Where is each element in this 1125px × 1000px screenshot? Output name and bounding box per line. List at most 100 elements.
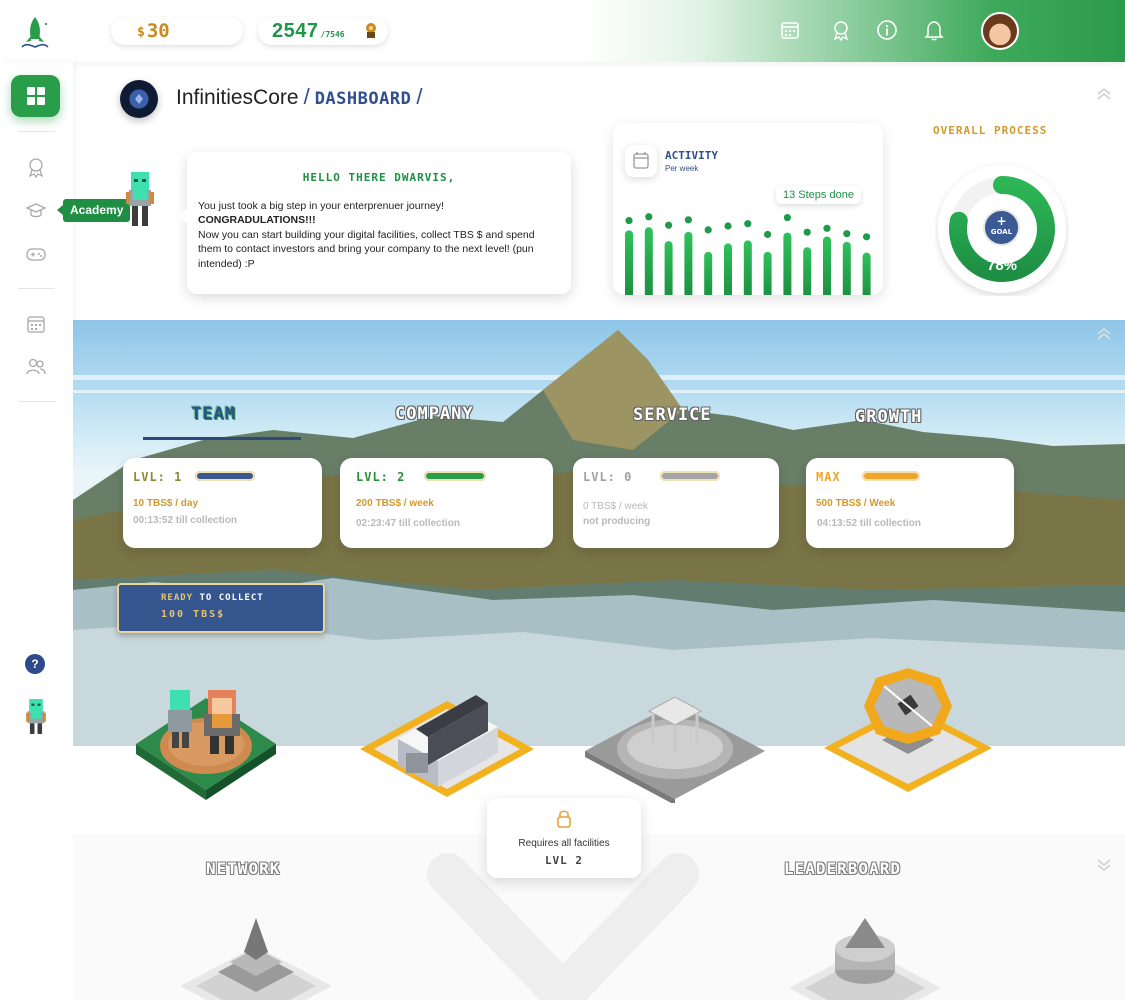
- info-icon[interactable]: [876, 19, 898, 41]
- user-avatar[interactable]: [981, 12, 1019, 50]
- growth-facility-card[interactable]: MAX 500 TBS$ / Week 04:13:52 till collec…: [806, 458, 1014, 548]
- team-users-icon[interactable]: [25, 356, 47, 378]
- calendar-icon[interactable]: [779, 19, 801, 41]
- activity-bar: [823, 236, 831, 295]
- service-facility-card[interactable]: LVL: 0 0 TBS$ / week not producing: [573, 458, 779, 548]
- greeting-title: HELLO THERE DWARVIS,: [302, 171, 456, 184]
- facility-rate: 500 TBS$ / Week: [816, 498, 895, 509]
- top-bar: $ 30 2547 /7546: [0, 0, 1125, 62]
- activity-bar: [724, 243, 732, 295]
- money-balance[interactable]: $ 30: [111, 17, 243, 45]
- activity-dot: [803, 228, 811, 236]
- goal-button[interactable]: + GOAL: [983, 209, 1020, 246]
- team-building[interactable]: [134, 686, 278, 802]
- company-facility-card[interactable]: LVL: 2 200 TBS$ / week 02:23:47 till col…: [340, 458, 553, 548]
- tab-leaderboard[interactable]: LEADERBOARD: [784, 859, 901, 878]
- rate-unit: / day: [172, 498, 199, 509]
- facility-level-bar: [195, 471, 255, 481]
- trophy-icon: [366, 23, 376, 38]
- activity-bar: [783, 232, 792, 295]
- company-logo[interactable]: [120, 80, 158, 118]
- points-balance[interactable]: 2547 /7546: [258, 17, 388, 45]
- team-facility-card[interactable]: LVL: 1 10 TBS$ / day 00:13:52 till colle…: [123, 458, 322, 548]
- money-amount: 30: [146, 20, 170, 42]
- activity-bar: [803, 247, 812, 295]
- activity-dot: [744, 220, 752, 228]
- goal-plus: +: [996, 214, 1007, 228]
- gamepad-icon[interactable]: [25, 243, 47, 265]
- activity-bar: [862, 252, 871, 295]
- facility-rate: 0 TBS$ / week: [583, 501, 648, 512]
- sidebar-item-dashboard[interactable]: [11, 75, 60, 117]
- service-building[interactable]: [583, 697, 767, 803]
- facility-level: LVL: 2: [356, 470, 406, 484]
- compass-icon: [135, 94, 143, 104]
- dwarf-avatar-icon[interactable]: [22, 696, 50, 740]
- overall-process-title: OVERALL PROCESS: [933, 124, 1048, 137]
- rate-amount: 200 TBS$: [356, 498, 402, 509]
- facility-level: MAX: [816, 470, 841, 484]
- tab-team[interactable]: TEAM: [191, 404, 236, 424]
- dwarf-character-icon: [126, 172, 154, 226]
- rate-amount: 500 TBS$: [816, 498, 862, 509]
- facility-rate: 200 TBS$ / week: [356, 498, 434, 509]
- company-building[interactable]: [358, 695, 536, 801]
- growth-building[interactable]: [822, 664, 994, 798]
- activity-bar: [704, 251, 713, 295]
- points-value: 2547: [272, 19, 319, 42]
- activity-dot: [665, 221, 673, 229]
- sidebar-calendar-icon[interactable]: [25, 313, 47, 335]
- collect-to: TO COLLECT: [193, 593, 264, 603]
- facility-level-bar: [660, 471, 720, 481]
- currency-symbol: $: [137, 25, 145, 40]
- academy-tooltip: Academy: [56, 199, 131, 222]
- greeting-line: You just took a big step in your enterpr…: [198, 200, 444, 212]
- points-max: /7546: [320, 29, 345, 39]
- collect-amount: 100 TBS$: [161, 609, 226, 620]
- leaderboard-building[interactable]: [787, 918, 943, 1000]
- activity-dot: [783, 213, 791, 222]
- activity-dot: [684, 216, 692, 224]
- rocket-badge-icon[interactable]: [830, 19, 852, 41]
- facility-timer: 00:13:52 till collection: [133, 515, 237, 526]
- tab-network[interactable]: NETWORK: [206, 859, 280, 878]
- lock-icon: [557, 810, 571, 828]
- bell-icon[interactable]: [923, 19, 945, 41]
- rate-amount: 10 TBS$: [133, 498, 173, 509]
- help-button[interactable]: ?: [25, 654, 45, 674]
- academy-cap-icon[interactable]: [25, 199, 47, 221]
- facility-level-bar: [424, 471, 486, 481]
- activity-bar: [842, 241, 851, 295]
- collapse-up-icon[interactable]: [1096, 87, 1112, 101]
- tab-growth[interactable]: GROWTH: [855, 407, 922, 427]
- network-building[interactable]: [178, 916, 334, 1000]
- sidebar-divider: [18, 288, 55, 289]
- activity-bar: [625, 230, 633, 295]
- greeting-congrats: CONGRADULATIONS!!!: [198, 214, 316, 227]
- expand-down-icon[interactable]: [1096, 858, 1112, 872]
- overall-progress-ring: + GOAL 78%: [935, 162, 1069, 296]
- sidebar-rocket-icon[interactable]: [25, 156, 47, 178]
- facility-timer: not producing: [583, 516, 651, 527]
- collapse-up-icon[interactable]: [1096, 327, 1112, 341]
- tab-company[interactable]: COMPANY: [395, 404, 474, 424]
- activity-dot: [863, 233, 871, 241]
- sidebar-divider: [18, 131, 55, 132]
- breadcrumb-page[interactable]: DASHBOARD: [315, 89, 412, 109]
- activity-chart: [625, 213, 871, 295]
- greeting-message: You just took a big step in your enterpr…: [198, 199, 560, 271]
- activity-dot: [704, 226, 712, 234]
- activity-bar: [684, 231, 693, 295]
- steps-done-label: 13 Steps done: [776, 186, 861, 204]
- breadcrumb: InfinitiesCore / DASHBOARD /: [176, 84, 427, 110]
- collect-button[interactable]: READY TO COLLECT 100 TBS$: [117, 583, 325, 633]
- activity-dot: [843, 230, 851, 238]
- breadcrumb-separator: /: [303, 84, 310, 109]
- activity-dot: [625, 217, 633, 225]
- breadcrumb-company[interactable]: InfinitiesCore: [176, 86, 299, 110]
- greeting-line: Now you can start building your digital …: [198, 228, 535, 270]
- tab-service[interactable]: SERVICE: [633, 405, 712, 425]
- collect-label: READY TO COLLECT: [161, 593, 264, 603]
- lock-required-level: LVL 2: [544, 854, 584, 867]
- rocket-logo-icon[interactable]: [16, 14, 54, 52]
